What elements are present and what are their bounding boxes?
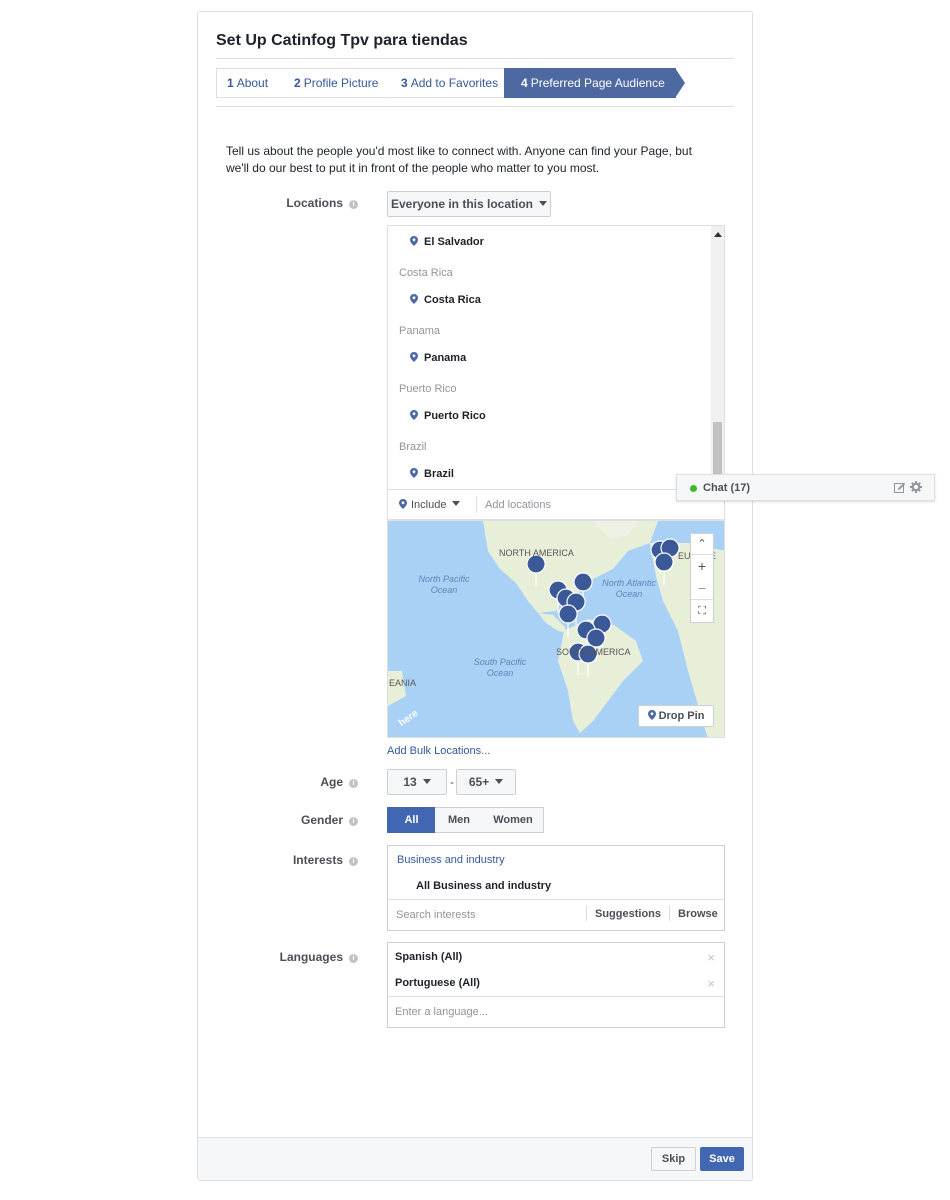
online-status-icon	[690, 485, 697, 492]
divider	[388, 996, 724, 997]
country-header: Puerto Rico	[399, 383, 457, 395]
gender-all-button[interactable]: All	[387, 807, 436, 833]
include-bar: Include Add locations	[387, 490, 725, 520]
country-header: Costa Rica	[399, 267, 453, 279]
map-controls: ⌃ + − ⛶	[690, 533, 714, 623]
location-list: El Salvador Costa Rica Costa Rica Panama…	[387, 225, 725, 490]
chevron-down-icon	[495, 779, 504, 784]
age-max-select[interactable]: 65+	[456, 769, 516, 795]
location-pin-icon	[410, 468, 418, 478]
map-label-north-america: NORTH AMERICA	[499, 548, 574, 558]
list-item[interactable]: Panama	[410, 352, 466, 364]
add-bulk-locations-link[interactable]: Add Bulk Locations...	[387, 745, 490, 757]
remove-icon[interactable]: ×	[707, 950, 715, 965]
browse-button[interactable]: Browse	[678, 908, 718, 920]
gear-icon[interactable]	[910, 481, 922, 493]
chevron-down-icon	[539, 201, 548, 206]
interests-label: Interests i	[198, 853, 358, 867]
dialog-footer: Skip Save	[198, 1137, 752, 1180]
map-label-oceania: EANIA	[389, 678, 417, 688]
country-header: Brazil	[399, 441, 427, 453]
age-min-select[interactable]: 13	[387, 769, 447, 795]
info-icon[interactable]: i	[349, 779, 358, 788]
map-label-north-pacific: North Pacific Ocean	[418, 574, 470, 595]
list-item[interactable]: Brazil	[410, 468, 454, 480]
location-pin-icon	[410, 352, 418, 362]
language-input[interactable]: Enter a language...	[395, 1006, 488, 1018]
interests-box: Business and industry All Business and i…	[387, 845, 725, 931]
locations-label: Locations i	[198, 196, 358, 210]
languages-label: Languages i	[198, 950, 358, 964]
setup-dialog: Set Up Catinfog Tpv para tiendas 1 About …	[197, 11, 753, 1181]
country-header: Panama	[399, 325, 440, 337]
step-add-to-favorites[interactable]: 3 Add to Favorites	[391, 68, 517, 98]
location-scope-dropdown[interactable]: Everyone in this location	[387, 191, 551, 217]
age-label: Age i	[198, 775, 358, 789]
step-preferred-page-audience[interactable]: 4 Preferred Page Audience	[504, 68, 685, 98]
gender-label: Gender i	[198, 813, 358, 827]
interest-category[interactable]: Business and industry	[397, 854, 505, 866]
map-label-south-pacific: South Pacific Ocean	[473, 657, 527, 678]
remove-icon[interactable]: ×	[707, 976, 715, 991]
intro-text: Tell us about the people you'd most like…	[226, 144, 692, 175]
add-locations-input[interactable]: Add locations	[485, 499, 551, 511]
divider	[586, 906, 587, 921]
interest-item[interactable]: All Business and industry	[416, 880, 551, 892]
info-icon[interactable]: i	[349, 817, 358, 826]
list-item[interactable]: Costa Rica	[410, 294, 481, 306]
divider	[216, 106, 734, 107]
location-pin-icon	[647, 710, 656, 720]
chat-bar[interactable]: Chat (17)	[676, 474, 935, 501]
gender-women-button[interactable]: Women	[483, 807, 544, 833]
scrollbar-thumb[interactable]	[713, 422, 722, 482]
info-icon[interactable]: i	[349, 200, 358, 209]
chevron-down-icon	[422, 779, 431, 784]
location-pin-icon	[410, 294, 418, 304]
step-indicator: 1 About 2 Profile Picture 3 Add to Favorite…	[216, 68, 716, 98]
chevron-up-icon[interactable]: ⌃	[691, 534, 713, 555]
drop-pin-button[interactable]: Drop Pin	[638, 705, 714, 727]
save-button[interactable]: Save	[700, 1147, 744, 1171]
include-dropdown[interactable]: Include	[399, 499, 461, 511]
location-pin-icon	[410, 410, 418, 420]
info-icon[interactable]: i	[349, 954, 358, 963]
zoom-out-button[interactable]: −	[691, 577, 713, 600]
location-pin-icon	[410, 236, 418, 246]
skip-button[interactable]: Skip	[651, 1147, 696, 1171]
compose-icon[interactable]	[894, 482, 906, 494]
divider	[669, 906, 670, 921]
location-pin-icon	[399, 499, 407, 509]
search-interests-input[interactable]: Search interests	[396, 909, 475, 921]
divider	[476, 496, 477, 513]
location-map[interactable]: NORTH AMERICA EUROPE SOUTH AMERICA North…	[387, 520, 725, 738]
scroll-up-icon[interactable]	[714, 232, 722, 237]
fit-bounds-icon[interactable]: ⛶	[691, 600, 713, 622]
divider	[388, 899, 724, 900]
info-icon[interactable]: i	[349, 857, 358, 866]
step-profile-picture[interactable]: 2 Profile Picture	[284, 68, 400, 98]
divider	[216, 58, 734, 59]
gender-men-button[interactable]: Men	[435, 807, 484, 833]
list-item[interactable]: Puerto Rico	[410, 410, 486, 422]
scrollbar[interactable]	[711, 226, 724, 489]
map-label-south-america: SOUTH AMERICA	[556, 647, 631, 657]
language-token: Spanish (All)	[395, 951, 463, 963]
dialog-title: Set Up Catinfog Tpv para tiendas	[216, 32, 468, 49]
map-label-north-atlantic: North Atlantic Ocean	[602, 578, 656, 599]
chat-label: Chat (17)	[703, 482, 751, 494]
chevron-down-icon	[452, 501, 461, 506]
age-separator: -	[450, 775, 454, 789]
languages-box: Spanish (All) × Portuguese (All) × Enter…	[387, 942, 725, 1028]
language-token: Portuguese (All)	[395, 977, 480, 989]
list-item[interactable]: El Salvador	[410, 236, 484, 248]
suggestions-button[interactable]: Suggestions	[595, 908, 661, 920]
zoom-in-button[interactable]: +	[691, 555, 713, 577]
step-about[interactable]: 1 About	[216, 68, 294, 98]
